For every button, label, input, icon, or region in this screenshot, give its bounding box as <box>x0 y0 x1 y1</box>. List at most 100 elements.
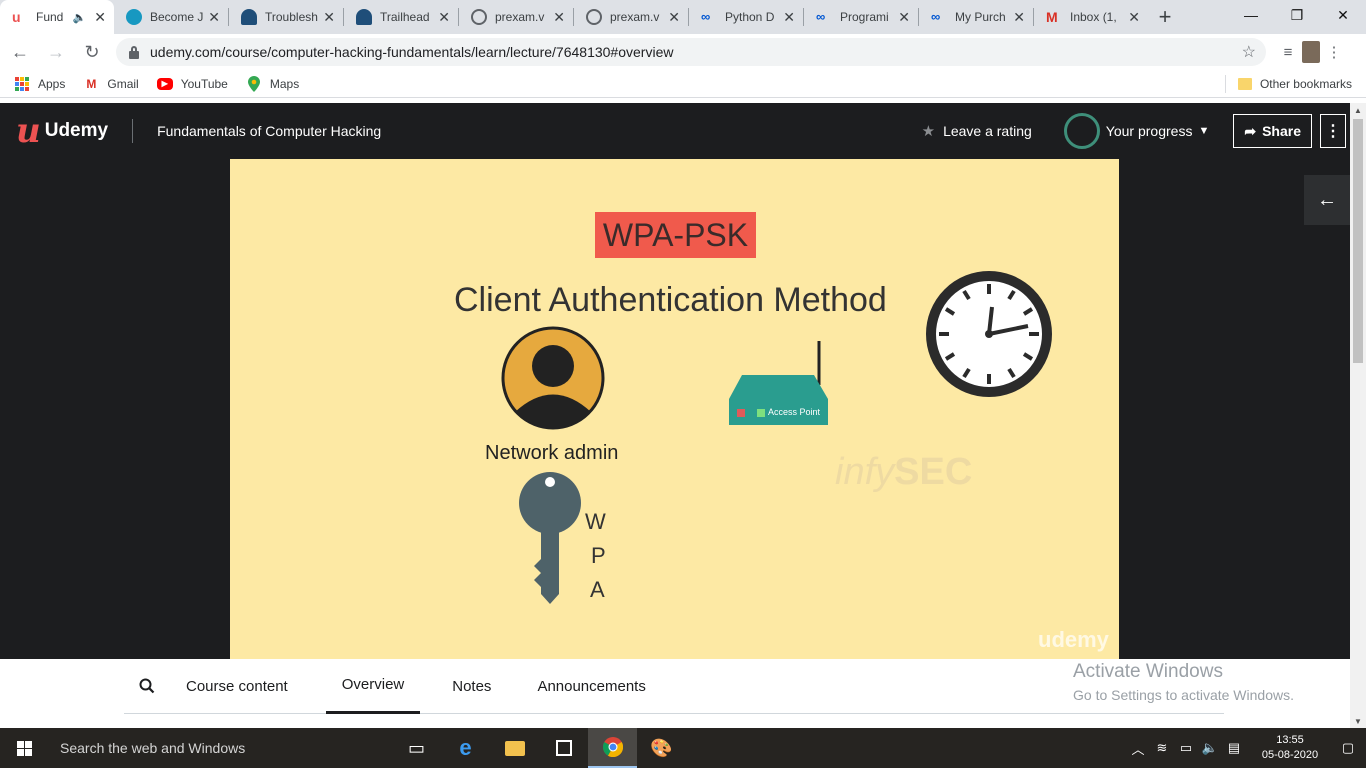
bookmark-maps[interactable]: Maps <box>246 75 299 92</box>
close-tab-icon[interactable]: ✕ <box>94 9 106 26</box>
taskbar-search[interactable]: Search the web and Windows <box>48 728 392 768</box>
browser-tab-troubleshoot[interactable]: Troublesh ✕ <box>229 0 343 34</box>
close-tab-icon[interactable]: ✕ <box>898 9 910 26</box>
browser-tab-prexam-1[interactable]: prexam.v ✕ <box>459 0 573 34</box>
profile-avatar[interactable] <box>1302 41 1320 63</box>
clock-time: 13:55 <box>1276 734 1304 746</box>
clock-icon <box>926 271 1052 397</box>
activate-windows-notice: Activate Windows Go to Settings to activ… <box>1073 661 1294 703</box>
tab-overview[interactable]: Overview <box>325 659 421 714</box>
close-tab-icon[interactable]: ✕ <box>438 9 450 26</box>
browser-tab-python[interactable]: ∞ Python D ✕ <box>689 0 803 34</box>
paint-icon[interactable]: 🎨 <box>637 728 686 768</box>
close-tab-icon[interactable]: ✕ <box>553 9 565 26</box>
coursera-icon: ∞ <box>931 9 941 24</box>
tab-title: My Purch <box>955 10 1006 24</box>
your-progress-button[interactable]: Your progress ▼ <box>1063 113 1209 149</box>
bookmark-star-icon[interactable]: ☆ <box>1242 42 1256 62</box>
volume-icon[interactable]: 🔈 <box>1198 740 1222 756</box>
key-letter-p: P <box>591 543 606 568</box>
close-tab-icon[interactable]: ✕ <box>668 9 680 26</box>
toolbar-actions: ≡ ⋮ <box>1274 38 1348 66</box>
scroll-up-icon[interactable]: ▲ <box>1350 103 1366 117</box>
menu-icon[interactable]: ⋮ <box>1320 38 1348 66</box>
trailhead-icon <box>241 9 257 25</box>
battery-icon[interactable]: ▭ <box>1174 740 1198 756</box>
start-button[interactable] <box>0 728 48 768</box>
search-button[interactable] <box>124 659 170 714</box>
browser-tab-udemy[interactable]: u Fund 🔈 ✕ <box>0 0 114 34</box>
reload-button[interactable]: ↻ <box>76 36 108 68</box>
browser-tab-prexam-2[interactable]: prexam.v ✕ <box>574 0 688 34</box>
close-tab-icon[interactable]: ✕ <box>1128 9 1140 26</box>
chrome-icon[interactable] <box>588 728 637 768</box>
tab-announcements[interactable]: Announcements <box>521 659 661 714</box>
other-bookmarks[interactable]: Other bookmarks <box>1237 77 1352 91</box>
arrow-left-icon: ← <box>1317 188 1337 211</box>
minimize-button[interactable]: — <box>1228 0 1274 30</box>
browser-tab-purchases[interactable]: ∞ My Purch ✕ <box>919 0 1033 34</box>
lecture-slide: WPA-PSK Client Authentication Method Net… <box>230 159 1119 659</box>
restore-button[interactable]: ❐ <box>1274 0 1320 30</box>
browser-tab-become[interactable]: Become J ✕ <box>114 0 228 34</box>
maps-pin-icon <box>246 75 262 92</box>
leave-rating-button[interactable]: ★ Leave a rating <box>922 122 1032 140</box>
address-bar[interactable]: udemy.com/course/computer-hacking-fundam… <box>116 38 1266 66</box>
course-title[interactable]: Fundamentals of Computer Hacking <box>157 123 381 139</box>
wifi-icon[interactable]: ≋ <box>1150 740 1174 756</box>
bookmark-gmail[interactable]: M Gmail <box>83 76 138 92</box>
folder-icon <box>1237 77 1252 90</box>
windows-taskbar: Search the web and Windows ▭ e 🎨 ︿ ≋ ▭ 🔈… <box>0 728 1366 768</box>
udemy-logo[interactable]: u Udemy <box>16 114 108 148</box>
notification-icon[interactable]: ▢ <box>1330 728 1366 768</box>
key-icon <box>519 472 581 604</box>
tab-title: Trailhead <box>380 10 430 24</box>
browser-tab-inbox[interactable]: M Inbox (1, ✕ <box>1034 0 1148 34</box>
speaker-icon[interactable]: 🔈 <box>73 11 87 24</box>
store-icon[interactable] <box>539 728 588 768</box>
header-divider <box>132 119 134 143</box>
page-scrollbar[interactable]: ▲ ▼ <box>1350 103 1366 728</box>
more-options-button[interactable]: ⋮ <box>1320 114 1346 148</box>
salesforce-icon <box>126 9 142 25</box>
leave-rating-label: Leave a rating <box>943 123 1032 139</box>
bookmark-apps[interactable]: Apps <box>14 76 65 92</box>
browser-tab-strip: u Fund 🔈 ✕ Become J ✕ Troublesh ✕ Trailh… <box>0 0 1366 34</box>
close-tab-icon[interactable]: ✕ <box>1013 9 1025 26</box>
close-tab-icon[interactable]: ✕ <box>323 9 335 26</box>
chevron-up-icon[interactable]: ︿ <box>1126 739 1150 758</box>
bookmark-youtube[interactable]: ▶ YouTube <box>156 77 228 91</box>
browser-tab-programming[interactable]: ∞ Programi ✕ <box>804 0 918 34</box>
file-explorer-icon[interactable] <box>490 728 539 768</box>
star-icon: ★ <box>921 123 936 140</box>
close-tab-icon[interactable]: ✕ <box>783 9 795 26</box>
video-player[interactable]: WPA-PSK Client Authentication Method Net… <box>0 159 1350 659</box>
edge-icon[interactable]: e <box>441 728 490 768</box>
browser-tab-trailhead[interactable]: Trailhead ✕ <box>344 0 458 34</box>
taskbar-clock[interactable]: 13:55 05-08-2020 <box>1250 733 1330 763</box>
close-tab-icon[interactable]: ✕ <box>208 9 220 26</box>
tab-course-content[interactable]: Course content <box>170 659 304 714</box>
scroll-down-icon[interactable]: ▼ <box>1350 714 1366 728</box>
url-text: udemy.com/course/computer-hacking-fundam… <box>150 44 674 60</box>
coursera-icon: ∞ <box>816 9 826 24</box>
share-button[interactable]: ➦ Share <box>1233 114 1312 148</box>
tab-title: prexam.v <box>610 10 660 24</box>
new-tab-button[interactable]: + <box>1148 0 1182 34</box>
tab-notes[interactable]: Notes <box>436 659 507 714</box>
close-window-button[interactable]: ✕ <box>1320 0 1366 30</box>
scrollbar-thumb[interactable] <box>1353 119 1363 363</box>
trailhead-icon <box>356 9 372 25</box>
lock-icon[interactable] <box>128 45 140 59</box>
back-button[interactable]: ← <box>4 36 36 68</box>
task-view-icon[interactable]: ▭ <box>392 728 441 768</box>
input-keyboard-icon[interactable]: ▤ <box>1222 740 1246 756</box>
udemy-logo-icon: u <box>16 111 41 151</box>
clock-date: 05-08-2020 <box>1261 749 1319 761</box>
media-control-icon[interactable]: ≡ <box>1274 38 1302 66</box>
coursera-icon: ∞ <box>701 9 711 24</box>
expand-sidebar-button[interactable]: ← <box>1304 175 1350 225</box>
forward-button[interactable]: → <box>40 36 72 68</box>
wpa-psk-badge: WPA-PSK <box>595 212 756 258</box>
udemy-icon: u <box>12 9 21 25</box>
